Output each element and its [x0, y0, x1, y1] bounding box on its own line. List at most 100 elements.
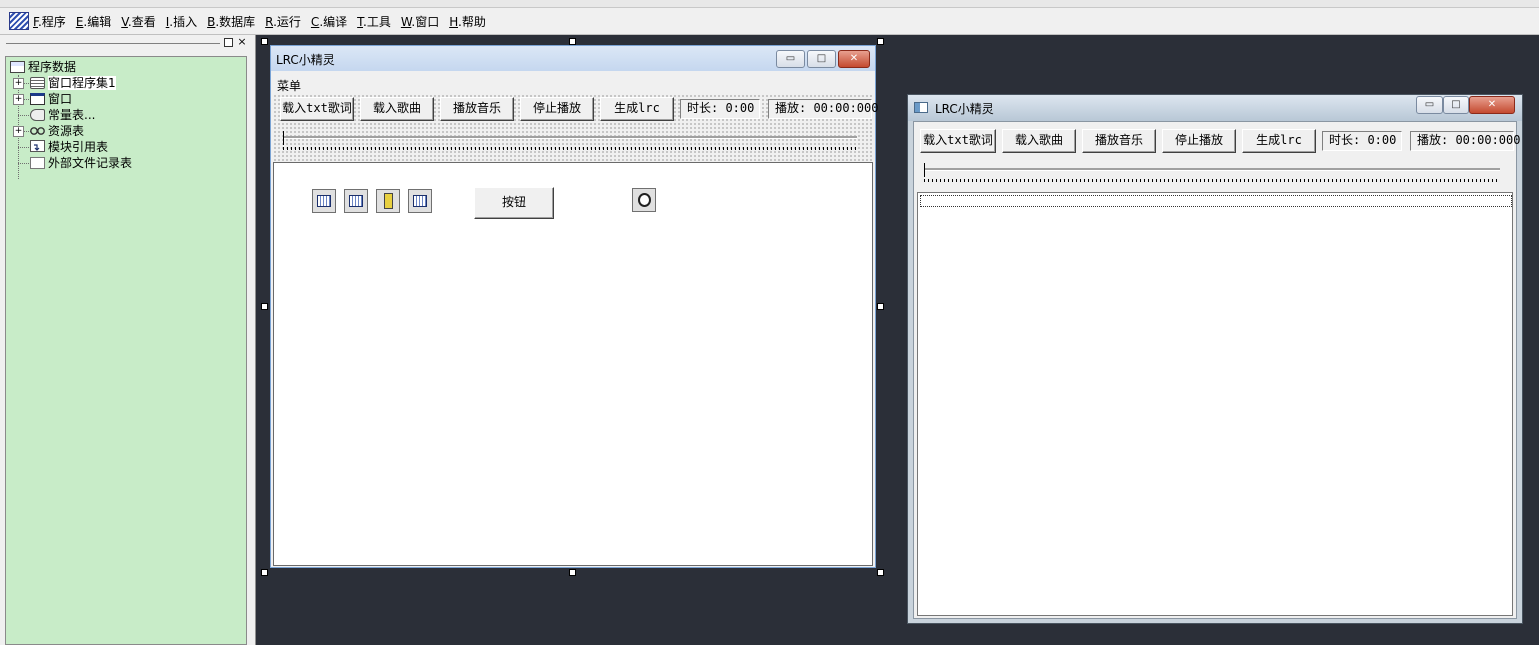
- minimize-icon[interactable]: ▭: [1416, 96, 1443, 114]
- resize-handle[interactable]: [877, 303, 884, 310]
- design-form-menu[interactable]: 菜单: [277, 77, 301, 94]
- menu-window[interactable]: W.窗口: [401, 13, 439, 30]
- duration-readout: 时长: 0:00: [680, 99, 760, 119]
- menu-help-label: .帮助: [458, 14, 486, 29]
- design-form-toolbar: 载入txt歌词 载入歌曲 播放音乐 停止播放 生成lrc 时长: 0:00 播放…: [273, 94, 878, 162]
- menu-run[interactable]: R.运行: [265, 13, 301, 30]
- menu-view-key: V: [121, 14, 128, 29]
- tree-item-label: 模块引用表: [48, 140, 109, 154]
- playback-readout: 播放: 00:00:000: [1410, 131, 1520, 151]
- tree-item-module-refs[interactable]: 模块引用表: [30, 139, 108, 155]
- lyrics-text-area[interactable]: [917, 192, 1513, 616]
- close-icon[interactable]: ✕: [1469, 96, 1515, 114]
- menu-tools[interactable]: T.工具: [357, 13, 391, 30]
- generate-lrc-button[interactable]: 生成lrc: [1242, 129, 1316, 153]
- window-icon: [30, 93, 45, 105]
- resize-handle[interactable]: [569, 38, 576, 45]
- progress-slider-thumb[interactable]: [924, 163, 928, 177]
- menu-compile-label: .编译: [319, 14, 348, 29]
- preview-titlebar[interactable]: LRC小精灵 ▭ □ ✕: [908, 95, 1522, 121]
- resize-handle[interactable]: [261, 38, 268, 45]
- menu-run-key: R: [265, 14, 274, 29]
- preview-title: LRC小精灵: [935, 102, 994, 116]
- menu-program[interactable]: F.程序: [33, 13, 66, 30]
- menu-view[interactable]: V.查看: [121, 13, 156, 30]
- tree-expand-icon[interactable]: +: [13, 78, 24, 89]
- timer-icon[interactable]: [632, 188, 656, 212]
- play-music-button[interactable]: 播放音乐: [440, 97, 514, 121]
- load-song-button[interactable]: 载入歌曲: [360, 97, 434, 121]
- menu-compile[interactable]: C.编译: [311, 13, 347, 30]
- progress-slider-track[interactable]: [924, 168, 1500, 171]
- menu-database-label: .数据库: [215, 14, 256, 29]
- tree-item-window[interactable]: 窗口: [30, 91, 72, 107]
- resource-icon: [30, 125, 45, 137]
- tree-item-constants[interactable]: 常量表...: [30, 107, 95, 123]
- panel-pin-icon[interactable]: [224, 38, 233, 47]
- menu-edit[interactable]: E.编辑: [76, 13, 111, 30]
- menu-window-key: W: [400, 14, 412, 29]
- design-form-titlebar[interactable]: LRC小精灵 ▭ □ ✕: [271, 46, 875, 71]
- progress-slider-ticks: [283, 147, 857, 150]
- menu-run-label: .运行: [273, 14, 301, 29]
- menu-edit-label: .编辑: [83, 14, 112, 29]
- tree-item-resources[interactable]: 资源表: [30, 123, 84, 139]
- tree-root[interactable]: 程序数据: [10, 59, 76, 75]
- menu-insert[interactable]: I.插入: [166, 13, 197, 30]
- load-lyrics-button[interactable]: 载入txt歌词: [920, 129, 996, 153]
- menu-database[interactable]: B.数据库: [207, 13, 255, 30]
- component-icon[interactable]: [312, 189, 336, 213]
- media-component-icon[interactable]: [376, 189, 400, 213]
- client-button[interactable]: 按钮: [474, 187, 554, 219]
- menu-tools-label: .工具: [363, 14, 391, 29]
- progress-slider-track[interactable]: [283, 136, 857, 139]
- resize-handle[interactable]: [877, 569, 884, 576]
- resize-handle[interactable]: [261, 303, 268, 310]
- generate-lrc-button[interactable]: 生成lrc: [600, 97, 674, 121]
- component-icon[interactable]: [408, 189, 432, 213]
- component-icon[interactable]: [344, 189, 368, 213]
- progress-slider-thumb[interactable]: [283, 131, 287, 145]
- tree-item-external-files[interactable]: 外部文件记录表: [30, 155, 132, 171]
- load-lyrics-button[interactable]: 载入txt歌词: [280, 97, 354, 121]
- stop-playback-button[interactable]: 停止播放: [520, 97, 594, 121]
- menu-program-label: .程序: [37, 14, 66, 29]
- resize-handle[interactable]: [569, 569, 576, 576]
- play-music-button[interactable]: 播放音乐: [1082, 129, 1156, 153]
- duration-readout: 时长: 0:00: [1322, 131, 1402, 151]
- design-form-title: LRC小精灵: [276, 53, 335, 67]
- design-form-window[interactable]: LRC小精灵 ▭ □ ✕ 菜单 载入txt歌词 载入歌曲 播放音乐 停止播放 生…: [270, 45, 878, 568]
- constant-icon: [30, 109, 45, 121]
- tree-item-label: 外部文件记录表: [48, 156, 133, 170]
- panel-grip-line: [6, 43, 220, 44]
- resize-handle[interactable]: [877, 38, 884, 45]
- program-tree: 程序数据 + 窗口程序集1 + 窗口 常量表... + 资源表 模块引用表 外部…: [5, 56, 247, 645]
- panel-close-icon[interactable]: ×: [236, 35, 248, 49]
- tree-expand-icon[interactable]: +: [13, 126, 24, 137]
- menu-window-label: .窗口: [411, 14, 440, 29]
- top-toolbar-strip: [0, 0, 1539, 8]
- menu-bar: F.程序 E.编辑 V.查看 I.插入 B.数据库 R.运行 C.编译 T.工具…: [0, 8, 1539, 35]
- design-form-client: 按钮: [273, 162, 873, 566]
- tree-expand-icon[interactable]: +: [13, 94, 24, 105]
- maximize-icon[interactable]: □: [1443, 96, 1469, 114]
- maximize-icon[interactable]: □: [807, 50, 836, 68]
- tree-root-label: 程序数据: [28, 60, 77, 74]
- menu-insert-label: .插入: [169, 14, 198, 29]
- playback-readout: 播放: 00:00:000: [768, 99, 878, 119]
- stop-playback-button[interactable]: 停止播放: [1162, 129, 1236, 153]
- close-icon[interactable]: ✕: [838, 50, 870, 68]
- window-app-icon: [914, 102, 928, 113]
- resize-handle[interactable]: [261, 569, 268, 576]
- menu-help[interactable]: H.帮助: [449, 13, 486, 30]
- tree-item-window-assembly[interactable]: 窗口程序集1: [30, 75, 116, 91]
- load-song-button[interactable]: 载入歌曲: [1002, 129, 1076, 153]
- tree-item-label: 窗口: [48, 92, 73, 106]
- minimize-icon[interactable]: ▭: [776, 50, 805, 68]
- preview-window[interactable]: LRC小精灵 ▭ □ ✕ 载入txt歌词 载入歌曲 播放音乐 停止播放 生成lr…: [907, 94, 1523, 624]
- app-icon: [9, 12, 29, 30]
- tree-item-label: 窗口程序集1: [48, 76, 116, 90]
- database-icon: [10, 61, 25, 73]
- tree-item-label: 常量表...: [48, 108, 96, 122]
- lyrics-focus-line: [920, 195, 1512, 207]
